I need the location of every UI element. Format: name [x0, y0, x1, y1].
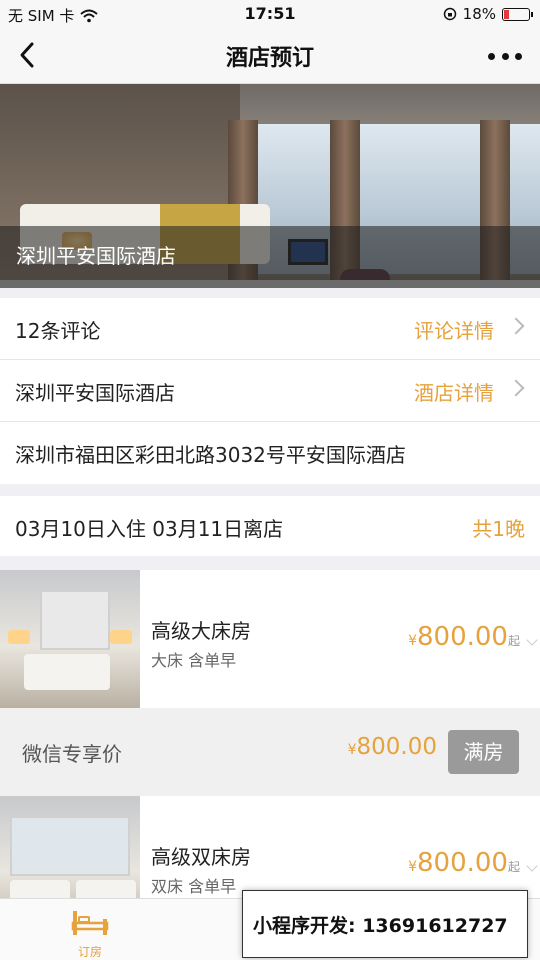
date-row[interactable]: 03月10日入住 03月11日离店 共1晚	[0, 496, 540, 556]
battery-percent: 18%	[462, 5, 496, 23]
room-desc: 大床 含单早	[151, 651, 237, 670]
hero-caption: 深圳平安国际酒店	[0, 226, 540, 280]
room-price: ¥800.00起	[408, 848, 520, 878]
more-button[interactable]	[488, 42, 522, 70]
hero-hotel-name: 深圳平安国际酒店	[16, 244, 176, 268]
more-dot-icon	[515, 52, 522, 60]
room-name: 高级大床房	[151, 619, 251, 643]
tab-label: 订房	[77, 945, 102, 959]
price-amount: 800.00	[417, 848, 508, 878]
wechat-price: ¥800.00	[348, 734, 437, 760]
room-item[interactable]: 高级大床房 大床 含单早 ¥800.00起	[0, 570, 540, 708]
rotation-lock-icon	[443, 7, 456, 21]
room-price: ¥800.00起	[408, 622, 520, 652]
hotel-info-group: 12条评论 评论详情 深圳平安国际酒店 酒店详情 深圳市福田区彩田北路3032号…	[0, 298, 540, 484]
hotel-row[interactable]: 深圳平安国际酒店 酒店详情	[0, 360, 540, 422]
price-from: 起	[507, 634, 520, 648]
status-right: 18%	[443, 5, 533, 23]
divider	[0, 280, 540, 288]
price-amount: 800.00	[417, 622, 508, 652]
more-dot-icon	[501, 52, 509, 60]
hotel-hero-image[interactable]: 深圳平安国际酒店	[0, 84, 540, 280]
hotel-name: 深圳平安国际酒店	[15, 381, 175, 405]
currency-symbol: ¥	[408, 633, 417, 649]
nav-bar: 酒店预订	[0, 28, 540, 84]
currency-symbol: ¥	[347, 742, 357, 758]
room-desc: 双床 含单早	[151, 877, 237, 896]
hotel-address: 深圳市福田区彩田北路3032号平安国际酒店	[15, 443, 406, 467]
address-row: 深圳市福田区彩田北路3032号平安国际酒店	[0, 422, 540, 484]
more-dot-icon	[488, 52, 495, 60]
tab-booking[interactable]: 订房	[55, 907, 125, 959]
sold-out-button[interactable]: 满房	[448, 730, 519, 774]
stay-dates: 03月10日入住 03月11日离店	[15, 517, 284, 541]
currency-symbol: ¥	[408, 859, 417, 875]
hotel-detail-link[interactable]: 酒店详情	[414, 377, 494, 406]
chevron-right-icon	[507, 317, 525, 335]
price-amount: 800.00	[356, 734, 437, 760]
nights-count: 共1晚	[472, 517, 525, 541]
promo-banner: 小程序开发: 13691612727	[242, 890, 528, 958]
reviews-count: 12条评论	[15, 319, 101, 343]
promo-text: 小程序开发: 13691612727	[253, 915, 508, 937]
room-thumbnail	[0, 570, 140, 708]
chevron-down-icon[interactable]	[526, 634, 538, 646]
bed-icon	[71, 911, 109, 935]
chevron-down-icon[interactable]	[526, 860, 538, 872]
price-from: 起	[507, 860, 520, 874]
wechat-price-label: 微信专享价	[22, 742, 122, 766]
page-title: 酒店预订	[225, 46, 314, 71]
reviews-row[interactable]: 12条评论 评论详情	[0, 298, 540, 360]
chevron-right-icon	[507, 379, 525, 397]
reviews-detail-link[interactable]: 评论详情	[414, 315, 494, 344]
wechat-price-row: 微信专享价 ¥800.00 满房	[0, 708, 540, 796]
status-bar: 无 SIM 卡 17:51 18%	[0, 0, 540, 28]
room-name: 高级双床房	[151, 845, 251, 869]
battery-icon	[502, 7, 533, 21]
